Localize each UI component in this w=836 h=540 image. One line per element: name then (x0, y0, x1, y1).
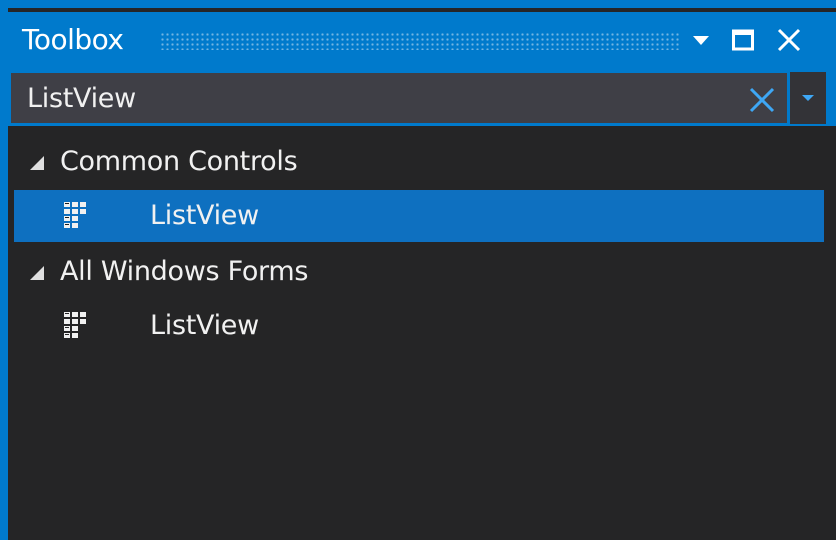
title-bar[interactable]: Toolbox (8, 12, 836, 70)
toolbox-window-frame: Toolbox ListView Common Controls ListVie… (0, 0, 836, 540)
maximize-icon (732, 29, 754, 51)
group-all-windows-forms[interactable]: All Windows Forms (8, 246, 816, 298)
close-icon (777, 28, 801, 52)
search-input-value[interactable]: ListView (27, 81, 136, 117)
window-title: Toolbox (22, 23, 124, 56)
search-row: ListView (8, 70, 836, 126)
group-label: Common Controls (60, 146, 298, 177)
listview-control-icon (64, 202, 86, 228)
close-button[interactable] (772, 22, 806, 58)
group-common-controls[interactable]: Common Controls (8, 136, 816, 188)
window-position-dropdown-button[interactable] (684, 22, 718, 58)
expanded-arrow-icon[interactable] (30, 156, 44, 170)
toolbox-item-listview-common[interactable]: ListView (14, 190, 824, 242)
toolbox-tree: Common Controls ListView All Windows For… (8, 132, 836, 540)
listview-control-icon (64, 312, 86, 338)
item-label: ListView (150, 310, 259, 341)
search-options-dropdown-button[interactable] (790, 72, 826, 124)
drag-grip[interactable] (160, 32, 680, 50)
search-input[interactable]: ListView (10, 72, 788, 124)
expanded-arrow-icon[interactable] (30, 266, 44, 280)
window-position-dropdown-icon (693, 36, 709, 45)
maximize-button[interactable] (726, 22, 760, 58)
item-label: ListView (150, 200, 259, 231)
search-options-dropdown-icon (802, 95, 814, 101)
group-label: All Windows Forms (60, 256, 309, 287)
clear-search-icon[interactable] (747, 85, 777, 115)
toolbox-item-listview-all[interactable]: ListView (8, 300, 816, 352)
